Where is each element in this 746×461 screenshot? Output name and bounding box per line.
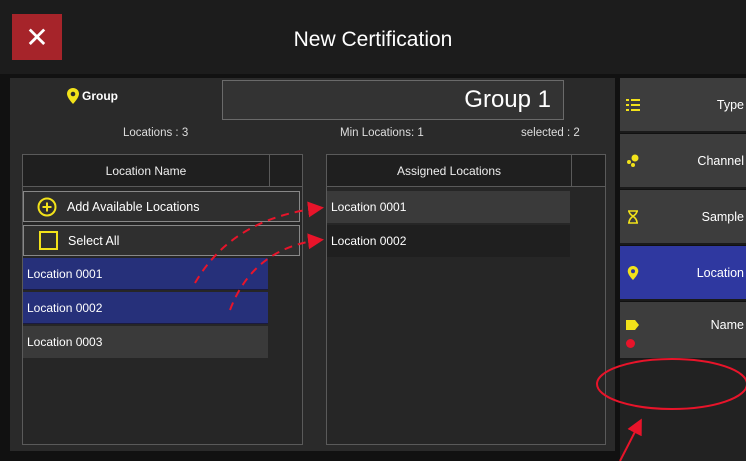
- annotation-overlay: [194, 201, 746, 461]
- annotation-ellipse: [596, 358, 746, 410]
- annotation-arrow: [229, 233, 324, 311]
- annotation-arrow: [619, 418, 642, 461]
- annotation-arrow: [194, 201, 324, 284]
